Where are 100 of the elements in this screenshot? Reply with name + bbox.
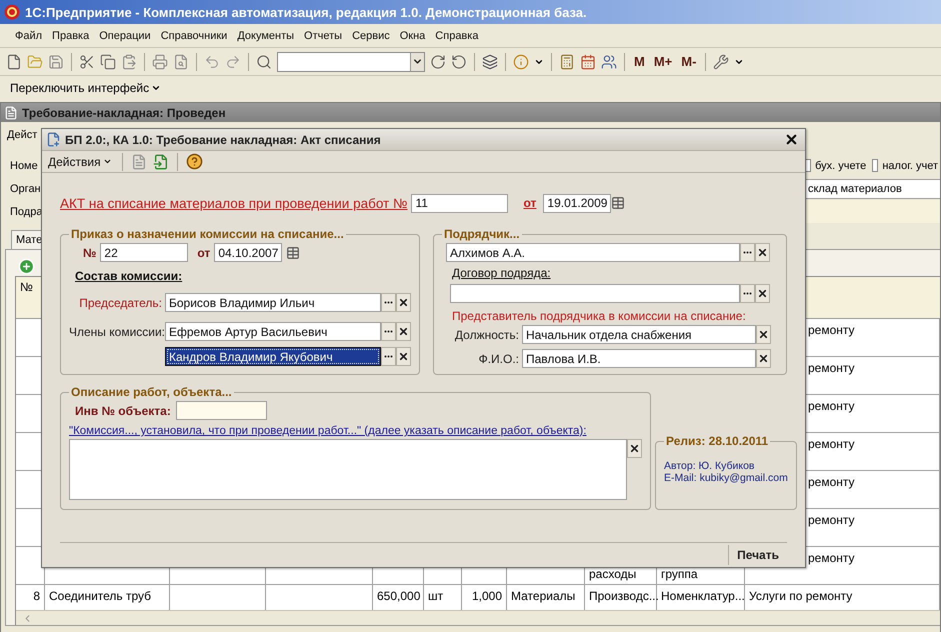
- scrollbar[interactable]: [16, 610, 940, 625]
- menu-item[interactable]: Документы: [232, 30, 300, 42]
- group-title: Описание работ, объекта...: [70, 385, 233, 399]
- calendar-icon[interactable]: [286, 246, 300, 260]
- actions-menu[interactable]: Действия: [46, 154, 114, 168]
- document-arrow-icon[interactable]: [152, 154, 169, 170]
- column-header: №: [19, 279, 34, 296]
- clear-button[interactable]: [756, 349, 771, 368]
- subdivision-field[interactable]: [803, 200, 940, 223]
- actions-button[interactable]: Дейст: [5, 126, 38, 144]
- contract-field[interactable]: [450, 284, 740, 303]
- table-cell: Номенклатур...: [661, 589, 745, 603]
- order-number-field[interactable]: 22: [100, 243, 188, 262]
- memory-button[interactable]: М-: [679, 54, 698, 69]
- table-cell: ремонту: [808, 513, 855, 527]
- description-hint-link[interactable]: "Комиссия..., установила, что при проведении работ..." (далее указать описание работ, объекта):: [69, 425, 586, 437]
- table-cell: Производс...: [589, 589, 659, 603]
- member-field[interactable]: Борисов Владимир Ильич: [165, 293, 381, 312]
- menu-item[interactable]: Операции: [94, 30, 156, 42]
- window-title: 1С:Предприятие - Комплексная автоматизация, редакция 1.0. Демонстрационная база.: [25, 4, 587, 20]
- add-icon[interactable]: [18, 258, 35, 274]
- clear-button[interactable]: [755, 284, 770, 303]
- memory-button[interactable]: М: [632, 54, 647, 69]
- caret-icon[interactable]: [151, 83, 162, 93]
- more-icon: [384, 301, 393, 304]
- menu-item[interactable]: Окна: [394, 30, 430, 42]
- copy-icon[interactable]: [100, 54, 116, 70]
- select-button[interactable]: [381, 347, 396, 366]
- act-number-field[interactable]: 11: [411, 194, 508, 212]
- document-icon: [46, 132, 61, 147]
- print-button[interactable]: Печать: [728, 545, 787, 565]
- contractor-field[interactable]: Алхимов А.А.: [446, 243, 740, 262]
- printer-icon[interactable]: [152, 54, 168, 70]
- calculator-icon[interactable]: [559, 54, 575, 70]
- clear-button[interactable]: [396, 293, 411, 312]
- info-icon[interactable]: [513, 54, 529, 70]
- calendar-icon[interactable]: [611, 196, 626, 210]
- inventory-label: Инв № объекта:: [75, 404, 171, 418]
- member-field[interactable]: Ефремов Артур Васильевич: [165, 322, 381, 341]
- windows-icon[interactable]: [482, 54, 498, 70]
- more-icon: [384, 330, 393, 333]
- help-icon[interactable]: [186, 153, 203, 170]
- document-icon: [4, 106, 18, 120]
- menu-item[interactable]: Отчеты: [299, 30, 348, 42]
- date-link[interactable]: от: [523, 196, 536, 210]
- menu-item[interactable]: Справка: [430, 30, 484, 42]
- member-field[interactable]: Кандров Владимир Якубович: [165, 347, 381, 366]
- switch-interface-button[interactable]: Переключить интерфейс: [10, 81, 150, 95]
- wrench-icon[interactable]: [713, 54, 730, 70]
- select-button[interactable]: [381, 293, 396, 312]
- menu-item[interactable]: Файл: [10, 30, 48, 42]
- order-date-field[interactable]: 04.10.2007: [214, 243, 282, 262]
- inventory-field[interactable]: [176, 401, 267, 420]
- clear-icon: [757, 247, 768, 258]
- group-title: Релиз: 28.10.2011: [665, 434, 770, 448]
- search-field[interactable]: [277, 52, 425, 72]
- table-cell: ремонту: [808, 399, 855, 413]
- clear-button[interactable]: [396, 347, 411, 366]
- select-button[interactable]: [381, 322, 396, 341]
- clear-button[interactable]: [755, 243, 770, 262]
- table-cell: Соединитель труб: [49, 589, 152, 603]
- select-button[interactable]: [740, 243, 755, 262]
- act-date-field[interactable]: 19.01.2009: [543, 194, 612, 212]
- clear-button[interactable]: [627, 439, 642, 458]
- member-label: Председатель:: [78, 296, 163, 310]
- new-document-icon[interactable]: [6, 54, 22, 70]
- field-label: Ф.И.О.:: [478, 352, 520, 366]
- close-icon: [784, 132, 799, 147]
- clear-button[interactable]: [396, 322, 411, 341]
- menu-item[interactable]: Справочники: [156, 30, 232, 42]
- close-button[interactable]: [784, 132, 799, 147]
- calendar-icon[interactable]: [580, 54, 596, 70]
- find-next-icon[interactable]: [430, 54, 446, 70]
- commission-title: Состав комиссии:: [75, 269, 182, 283]
- menu-item[interactable]: Сервис: [347, 30, 395, 42]
- menu-item[interactable]: Правка: [47, 30, 94, 42]
- email-text: E-Mail: kubiky@gmail.com: [664, 472, 788, 484]
- representative-field[interactable]: Павлова И.В.: [522, 349, 756, 368]
- checkbox-label: налог. учет: [882, 160, 938, 172]
- group-title: Приказ о назначении комиссии на списание...: [70, 227, 345, 241]
- checkbox-label: бух. учете: [815, 160, 866, 172]
- act-title-link[interactable]: АКТ на списание материалов при проведении работ №: [60, 196, 408, 210]
- print-preview-icon[interactable]: [173, 54, 189, 70]
- search-icon[interactable]: [256, 54, 272, 70]
- table-cell: ремонту: [808, 361, 855, 375]
- find-previous-icon[interactable]: [451, 54, 467, 70]
- users-icon[interactable]: [601, 54, 617, 70]
- member-label: Члены комиссии:: [69, 324, 165, 338]
- clear-button[interactable]: [756, 325, 771, 344]
- save-icon[interactable]: [48, 54, 64, 70]
- memory-button[interactable]: М+: [652, 54, 674, 69]
- more-icon: [743, 292, 752, 295]
- clear-icon: [758, 329, 769, 340]
- checkbox[interactable]: [872, 159, 878, 172]
- select-button[interactable]: [740, 284, 755, 303]
- cut-icon[interactable]: [79, 54, 95, 70]
- warehouse-field[interactable]: склад материалов: [805, 178, 940, 198]
- paste-icon[interactable]: [121, 54, 137, 70]
- clear-icon: [398, 351, 409, 362]
- representative-field[interactable]: Начальник отдела снабжения: [522, 325, 756, 344]
